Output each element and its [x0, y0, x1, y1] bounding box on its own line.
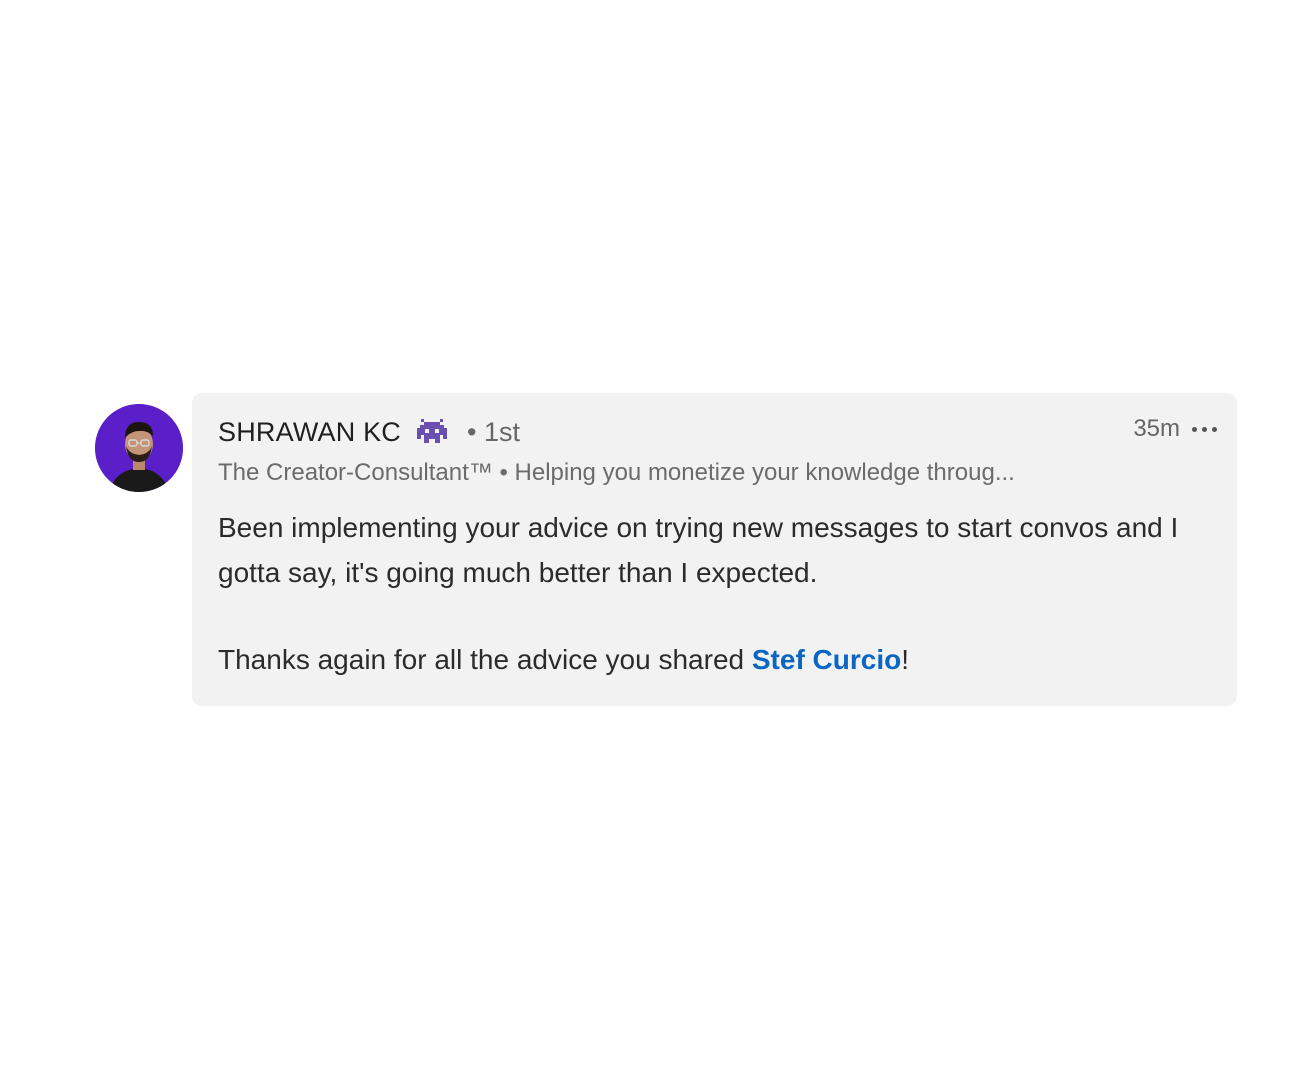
comment-item: SHRAWAN KC • 1st 35m The Creator-Consult…: [95, 393, 1237, 706]
avatar[interactable]: [95, 404, 183, 492]
timestamp: 35m: [1133, 415, 1180, 442]
author-name[interactable]: SHRAWAN KC: [218, 417, 401, 448]
mention-link[interactable]: Stef Curcio: [752, 644, 901, 675]
comment-paragraph-1: Been implementing your advice on trying …: [218, 512, 1179, 588]
comment-meta: 35m: [1133, 415, 1217, 443]
more-dots-icon[interactable]: [1192, 419, 1217, 439]
space-invader-icon: [415, 417, 449, 447]
paragraph-2-suffix: !: [901, 644, 910, 675]
person-photo-icon: [95, 404, 183, 492]
connection-degree: • 1st: [467, 416, 520, 447]
paragraph-2-text: Thanks again for all the advice you shar…: [218, 644, 752, 675]
comment-header: SHRAWAN KC • 1st: [218, 415, 1217, 449]
comment-paragraph-2: Thanks again for all the advice you shar…: [218, 637, 1217, 682]
comment-body: Been implementing your advice on trying …: [218, 505, 1217, 682]
author-headline: The Creator-Consultant™ • Helping you mo…: [218, 459, 1015, 486]
comment-bubble: SHRAWAN KC • 1st 35m The Creator-Consult…: [192, 393, 1237, 706]
